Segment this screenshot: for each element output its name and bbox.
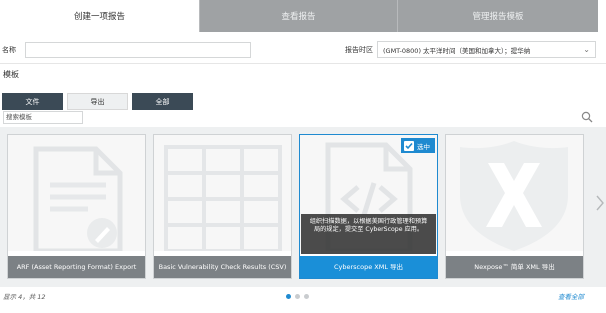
search-icon[interactable] [581, 111, 593, 123]
timezone-select[interactable]: (GMT-0800) 太平洋时间（美国和加拿大）；提华纳 ⌄ [377, 41, 596, 58]
filter-export-button[interactable]: 导出 [67, 93, 128, 110]
tab-view-reports[interactable]: 查看报告 [199, 0, 397, 32]
timezone-value: (GMT-0800) 太平洋时间（美国和加拿大）；提华纳 [383, 46, 531, 55]
timezone-label: 报告时区 [345, 46, 373, 54]
template-card-art [446, 135, 583, 251]
checkmark-icon [404, 140, 414, 151]
template-filters: 文件 导出 全部 [2, 93, 193, 110]
template-card-caption: Basic Vulnerability Check Results (CSV) [154, 256, 291, 278]
template-card-art [154, 135, 291, 253]
template-search-input[interactable]: 搜索模板 [3, 111, 83, 124]
table-grid-icon [164, 145, 282, 253]
template-card-art [8, 135, 145, 254]
tab-create-report[interactable]: 创建一项报告 [0, 0, 199, 32]
template-card[interactable]: Nexpose™ 简单 XML 导出 [445, 134, 584, 279]
tab-manage-templates[interactable]: 管理报告模板 [397, 0, 598, 32]
template-card-caption: Cyberscope XML 导出 [300, 256, 437, 278]
selected-badge-label: 选中 [417, 142, 430, 151]
document-edit-icon [33, 146, 123, 254]
page-dot[interactable] [304, 294, 309, 299]
filter-file-button[interactable]: 文件 [2, 93, 63, 110]
selected-badge: 选中 [401, 138, 435, 153]
report-tabs: 创建一项报告 查看报告 管理报告模板 [0, 0, 598, 32]
name-input[interactable] [25, 42, 251, 58]
template-carousel: ARF (Asset Reporting Format) Export Basi… [0, 127, 606, 287]
templates-section-title: 模板 [3, 70, 19, 79]
template-card-selected[interactable]: 选中 组织扫描数据，以根据美国行政管理和预算局的规定，提交至 CyberScop… [299, 134, 438, 279]
divider [0, 63, 606, 64]
template-count: 显示 4，共 12 [3, 293, 46, 301]
page-dot[interactable] [295, 294, 300, 299]
template-description: 组织扫描数据，以根据美国行政管理和预算局的规定，提交至 CyberScope 应… [301, 214, 436, 254]
template-card-caption: Nexpose™ 简单 XML 导出 [446, 256, 583, 278]
carousel-pagination [286, 294, 309, 299]
template-card[interactable]: Basic Vulnerability Check Results (CSV) [153, 134, 292, 279]
name-label: 名称 [2, 46, 16, 54]
chevron-right-icon[interactable] [596, 195, 604, 211]
page-dot-active[interactable] [286, 294, 291, 299]
x-shield-icon [460, 141, 568, 251]
template-card[interactable]: ARF (Asset Reporting Format) Export [7, 134, 146, 279]
filter-all-button[interactable]: 全部 [132, 93, 193, 110]
view-all-link[interactable]: 查看全部 [558, 291, 584, 301]
chevron-down-icon: ⌄ [583, 45, 590, 54]
template-card-caption: ARF (Asset Reporting Format) Export [8, 256, 145, 278]
